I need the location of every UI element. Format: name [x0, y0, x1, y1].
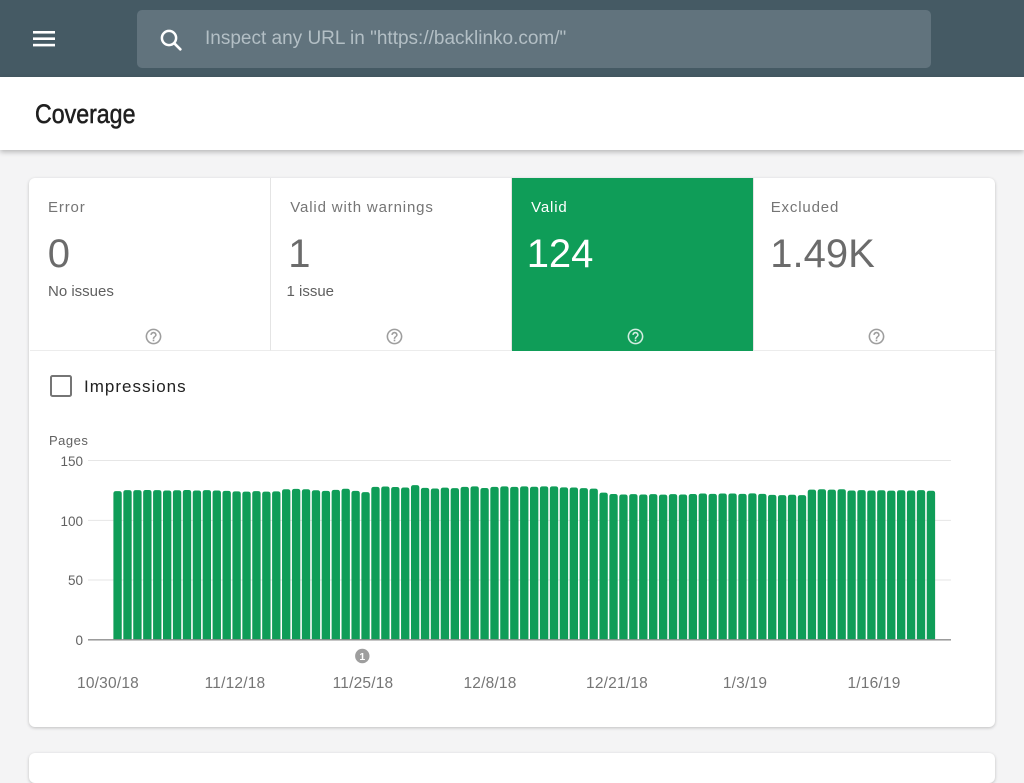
- svg-text:1: 1: [359, 651, 365, 663]
